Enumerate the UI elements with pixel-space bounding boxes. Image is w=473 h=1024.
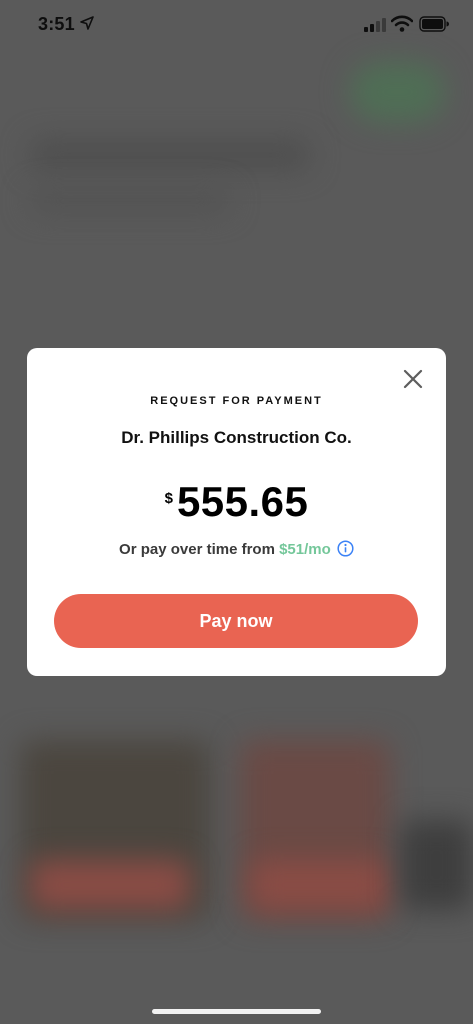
currency-symbol: $ — [164, 490, 173, 507]
wifi-icon — [391, 15, 413, 32]
background-blur — [30, 860, 190, 910]
financing-monthly-amount: $51/mo — [279, 541, 331, 558]
financing-text: Or pay over time from $51/mo — [27, 540, 446, 558]
screen: 3:51 REQUEST FOR PAYMENT Dr. Phillips Co… — [0, 0, 473, 1024]
close-icon[interactable] — [402, 368, 424, 390]
cellular-signal-icon — [364, 18, 386, 32]
background-blur — [30, 190, 230, 212]
background-blur — [30, 140, 310, 170]
status-bar: 3:51 — [0, 0, 473, 50]
info-icon[interactable] — [337, 540, 354, 557]
status-time: 3:51 — [38, 14, 75, 34]
background-blur — [250, 860, 390, 910]
payment-request-modal: REQUEST FOR PAYMENT Dr. Phillips Constru… — [27, 348, 446, 676]
pay-now-button[interactable]: Pay now — [54, 594, 418, 648]
location-arrow-icon — [80, 16, 94, 30]
modal-eyebrow: REQUEST FOR PAYMENT — [150, 395, 323, 407]
background-blur — [350, 62, 445, 122]
amount-value: 555.65 — [176, 478, 309, 525]
background-blur — [400, 820, 473, 910]
merchant-name: Dr. Phillips Construction Co. — [121, 428, 352, 447]
amount-display: $555.65 — [27, 478, 446, 526]
home-indicator — [152, 1009, 321, 1014]
financing-prefix: Or pay over time from — [119, 541, 280, 558]
battery-icon — [419, 16, 449, 32]
